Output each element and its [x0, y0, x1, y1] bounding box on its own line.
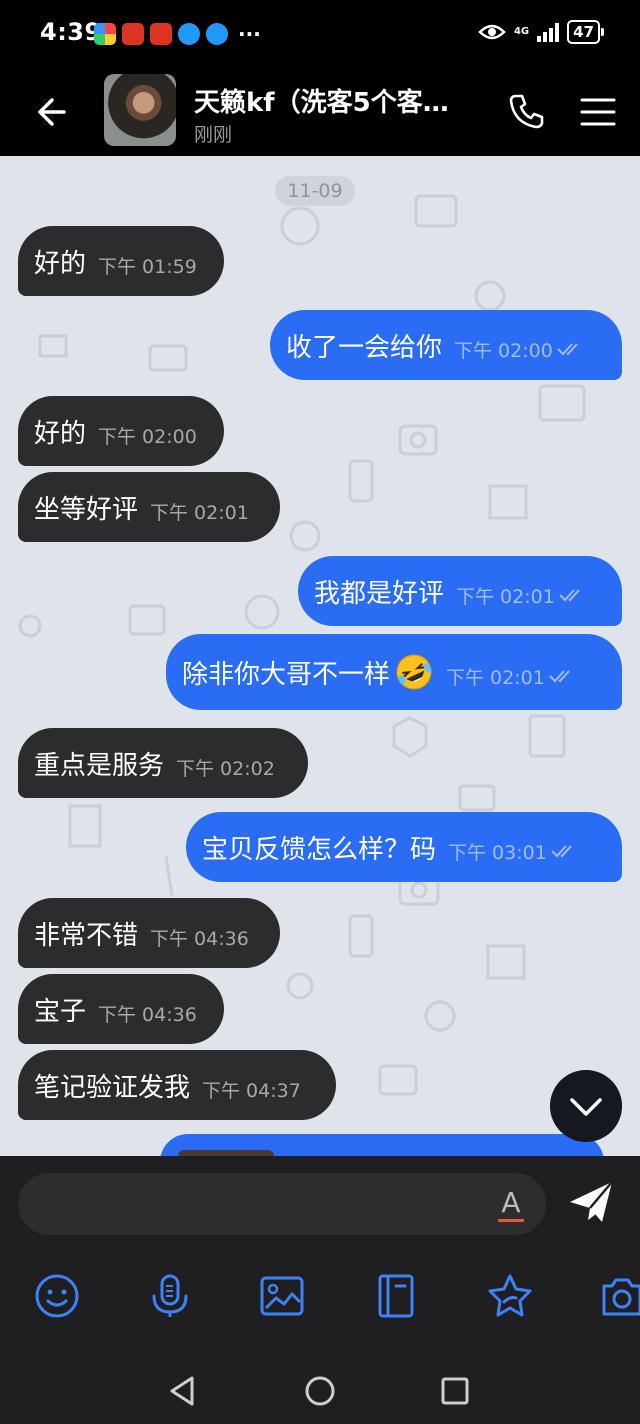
message-bubble-incoming[interactable]: 好的 下午 02:00 [18, 396, 224, 466]
message-text: 好的 [34, 418, 87, 449]
menu-button[interactable] [578, 94, 618, 130]
message-bubble-outgoing[interactable]: 我都是好评 下午 02:01 [298, 556, 622, 626]
message-time: 下午 02:01 [456, 585, 555, 608]
last-seen-status: 刚刚 [194, 124, 233, 146]
notes-icon[interactable] [372, 1272, 420, 1320]
message-time: 下午 02:01 [150, 501, 249, 524]
app-notification-icon [94, 23, 116, 45]
message-text: 笔记验证发我 [34, 1072, 191, 1103]
message-bubble-outgoing[interactable]: 收了一会给你 下午 02:00 [270, 310, 622, 380]
message-text: 好的 [34, 248, 87, 279]
message-time: 下午 02:00 [454, 339, 553, 362]
scroll-to-bottom-button[interactable] [550, 1070, 622, 1142]
message-bubble-incoming[interactable]: 重点是服务 下午 02:02 [18, 728, 308, 798]
message-text: 重点是服务 [34, 750, 165, 781]
message-time: 下午 04:36 [150, 927, 249, 950]
message-time: 下午 02:01 [446, 666, 545, 689]
system-navigation-bar [0, 1356, 640, 1424]
image-icon[interactable] [258, 1272, 306, 1320]
eye-comfort-icon [478, 24, 506, 40]
chat-title[interactable]: 天籁kf（洗客5个客… [194, 82, 449, 119]
message-bubble-incoming[interactable]: 好的 下午 01:59 [18, 226, 224, 296]
message-text: 坐等好评 [34, 494, 139, 525]
font-underline [498, 1219, 524, 1222]
message-time: 下午 02:00 [98, 425, 197, 448]
voice-icon[interactable] [146, 1272, 194, 1320]
camera-icon[interactable] [600, 1272, 640, 1320]
status-right: 4G 47 [478, 20, 604, 44]
app-notification-icon [178, 23, 200, 45]
message-bubble-outgoing[interactable]: 除非你大哥不一样 下午 02:01 [166, 634, 622, 710]
more-notifications-icon: ··· [238, 22, 261, 46]
phone-call-button[interactable] [506, 90, 548, 132]
date-divider: 11-09 [275, 176, 355, 206]
message-text: 非常不错 [34, 920, 139, 951]
read-checkmark-icon [551, 845, 572, 858]
message-text: 除非你大哥不一样 [182, 659, 391, 690]
app-notification-icon [206, 23, 228, 45]
message-image-outgoing[interactable] [160, 1134, 604, 1156]
back-button[interactable] [30, 92, 70, 132]
message-bubble-incoming[interactable]: 宝子 下午 04:36 [18, 974, 224, 1044]
message-input-bar: A [0, 1156, 640, 1246]
message-time: 下午 04:36 [98, 1003, 197, 1026]
message-input[interactable] [18, 1173, 546, 1235]
star-icon[interactable] [486, 1272, 534, 1320]
message-text: 我都是好评 [314, 578, 445, 609]
message-text: 宝贝反馈怎么样？码 [202, 834, 437, 865]
read-checkmark-icon [557, 343, 578, 356]
message-time: 下午 01:59 [98, 255, 197, 278]
message-bubble-incoming[interactable]: 坐等好评 下午 02:01 [18, 472, 280, 542]
message-bubble-incoming[interactable]: 非常不错 下午 04:36 [18, 898, 280, 968]
font-style-label: A [501, 1186, 521, 1219]
send-button[interactable] [566, 1178, 616, 1228]
input-toolbar [0, 1246, 640, 1356]
rolling-on-floor-laughing-emoji [396, 654, 432, 690]
read-checkmark-icon [559, 589, 580, 602]
network-type: 4G [513, 26, 530, 37]
signal-icon [537, 22, 560, 42]
read-checkmark-icon [549, 670, 570, 683]
chat-header: 天籁kf（洗客5个客… 刚刚 [0, 66, 640, 156]
battery-icon: 47 [567, 20, 604, 44]
back-nav-icon[interactable] [166, 1374, 200, 1408]
message-text: 宝子 [34, 996, 87, 1027]
emoji-icon[interactable] [33, 1272, 81, 1320]
message-text: 收了一会给你 [286, 332, 443, 363]
status-time: 4:39 [40, 18, 102, 46]
app-notification-icon [150, 23, 172, 45]
message-bubble-outgoing[interactable]: 宝贝反馈怎么样？码 下午 03:01 [186, 812, 622, 882]
recents-nav-icon[interactable] [438, 1374, 472, 1408]
message-time: 下午 02:02 [176, 757, 275, 780]
notification-icons: ··· [94, 22, 261, 46]
avatar[interactable] [104, 74, 176, 146]
message-time: 下午 03:01 [448, 841, 547, 864]
message-time: 下午 04:37 [202, 1079, 301, 1102]
status-bar: 4:39 ··· 4G 47 [0, 0, 640, 66]
app-notification-icon [122, 23, 144, 45]
font-style-button[interactable]: A [496, 1186, 526, 1222]
message-bubble-incoming[interactable]: 笔记验证发我 下午 04:37 [18, 1050, 336, 1120]
home-nav-icon[interactable] [303, 1374, 337, 1408]
chat-area[interactable]: 11-09 好的 下午 01:59 收了一会给你 下午 02:00 好的 下午 … [0, 156, 640, 1156]
